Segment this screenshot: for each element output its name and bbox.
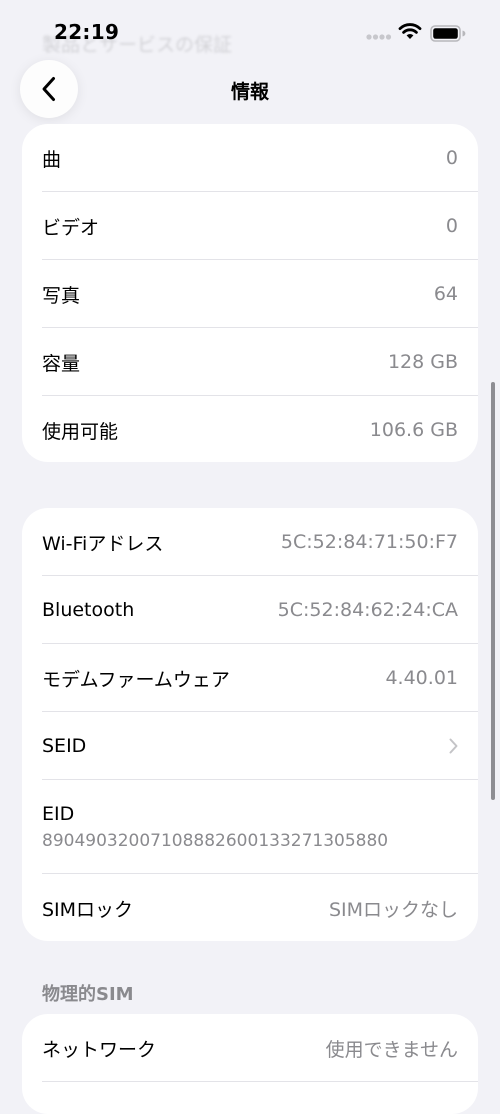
status-time: 22:19: [54, 20, 120, 44]
row-label: Bluetooth: [42, 599, 135, 621]
sim-lock-row[interactable]: SIMロック SIMロックなし: [22, 874, 478, 941]
network-info-group: Wi-Fiアドレス 5C:52:84:71:50:F7 Bluetooth 5C…: [22, 508, 478, 941]
row-value: 4.40.01: [385, 667, 458, 689]
row-label: SIMロック: [42, 898, 134, 921]
row-value: 5C:52:84:62:24:CA: [277, 599, 458, 621]
videos-row: ビデオ 0: [22, 192, 478, 260]
wifi-address-row[interactable]: Wi-Fiアドレス 5C:52:84:71:50:F7: [22, 508, 478, 576]
row-value: 106.6 GB: [369, 419, 458, 441]
status-bar: 製品とサービスの保証 22:19: [0, 0, 500, 62]
row-label: ビデオ: [42, 216, 100, 239]
capacity-row: 容量 128 GB: [22, 328, 478, 396]
seid-row[interactable]: SEID: [22, 712, 478, 780]
navigation-bar: 情報: [0, 58, 500, 120]
battery-icon: [430, 25, 466, 42]
row-label: 曲: [42, 148, 62, 171]
section-header-physical-sim: 物理的SIM: [42, 984, 134, 1005]
row-value: 128 GB: [387, 351, 458, 373]
media-info-group: 曲 0 ビデオ 0 写真 64 容量 128 GB 使用可能 106.6 GB: [22, 124, 478, 462]
eid-row[interactable]: EID 89049032007108882600133271305880: [22, 780, 478, 874]
row-label: 容量: [42, 352, 81, 375]
available-row: 使用可能 106.6 GB: [22, 396, 478, 462]
row-label: Wi-Fiアドレス: [42, 532, 164, 555]
row-label: モデムファームウェア: [42, 668, 230, 691]
row-label: SEID: [42, 735, 87, 757]
row-value: 64: [433, 283, 458, 305]
row-value: 使用できません: [325, 1038, 458, 1061]
wifi-icon: [398, 23, 422, 39]
scroll-indicator[interactable]: [491, 382, 495, 800]
row-label: ネットワーク: [42, 1038, 157, 1061]
row-value: 0: [445, 215, 458, 237]
page-title: 情報: [230, 81, 269, 103]
chevron-right-icon: [449, 738, 458, 754]
row-value: 5C:52:84:71:50:F7: [280, 531, 458, 553]
row-value: SIMロックなし: [328, 898, 458, 921]
row-label: 使用可能: [42, 420, 119, 443]
row-label: EID: [42, 803, 75, 825]
row-label: 写真: [42, 284, 81, 307]
network-row[interactable]: ネットワーク 使用できません: [22, 1014, 478, 1082]
modem-firmware-row[interactable]: モデムファームウェア 4.40.01: [22, 644, 478, 712]
signal-dots-icon: [366, 34, 392, 40]
row-value: 0: [445, 147, 458, 169]
songs-row: 曲 0: [22, 124, 478, 192]
bluetooth-row[interactable]: Bluetooth 5C:52:84:62:24:CA: [22, 576, 478, 644]
row-value: 89049032007108882600133271305880: [42, 831, 389, 851]
photos-row: 写真 64: [22, 260, 478, 328]
physical-sim-group: ネットワーク 使用できません: [22, 1014, 478, 1114]
